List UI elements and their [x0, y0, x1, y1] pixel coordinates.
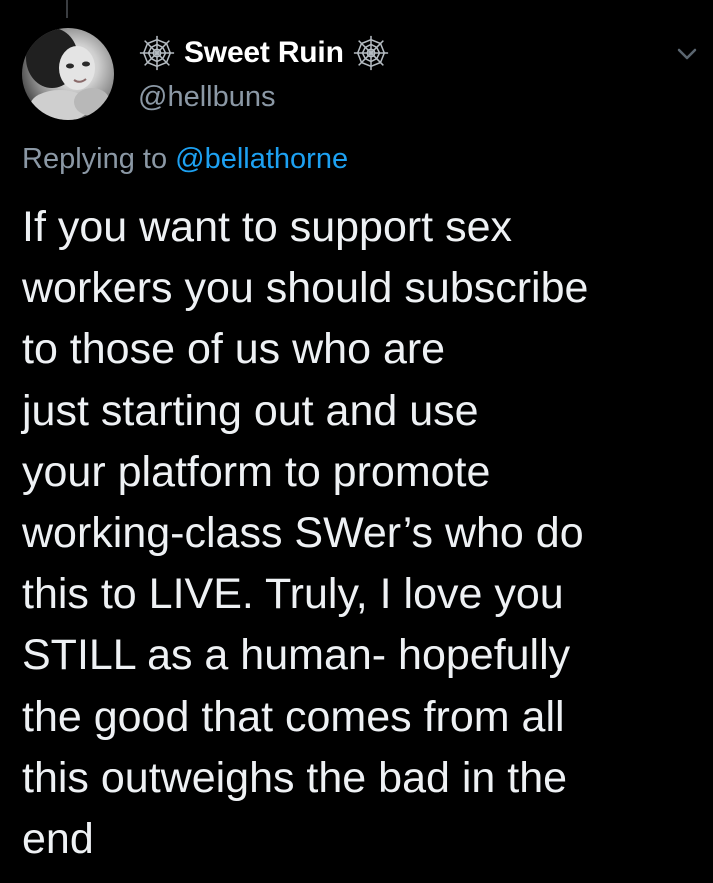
chevron-down-icon[interactable] — [675, 44, 699, 64]
tweet-line: workers you should subscribe — [22, 264, 589, 313]
tweet-text: If you want to support sex workers you s… — [22, 197, 702, 870]
tweet-line: working-class SWer’s who do — [22, 509, 584, 558]
thread-connector-line — [66, 0, 68, 18]
tweet-line: your platform to promote — [22, 447, 491, 496]
tweet-line: STILL as a human- hopefully — [22, 631, 571, 680]
tweet-line: end — [22, 815, 94, 864]
replying-to-label: Replying to — [22, 143, 168, 175]
avatar[interactable] — [22, 28, 114, 120]
user-handle[interactable]: @hellbuns — [138, 81, 275, 114]
avatar-photo — [26, 28, 110, 120]
tweet-line: this to LIVE. Truly, I love you — [22, 570, 564, 619]
tweet-line: just starting out and use — [22, 386, 479, 435]
display-name[interactable]: Sweet Ruin — [184, 36, 344, 70]
tweet-line: If you want to support sex — [22, 203, 512, 251]
tweet-line: this outweighs the bad in the — [22, 753, 568, 802]
spider-web-icon — [353, 35, 388, 71]
spider-web-icon — [139, 35, 175, 71]
tweet-line: the good that comes from all — [22, 692, 565, 741]
replying-to-line: Replying to @bellathorne — [22, 143, 348, 176]
reply-mention-link[interactable]: @bellathorne — [175, 143, 348, 175]
tweet-line: to those of us who are — [22, 325, 446, 374]
author-name-row[interactable]: Sweet Ruin — [138, 33, 390, 73]
